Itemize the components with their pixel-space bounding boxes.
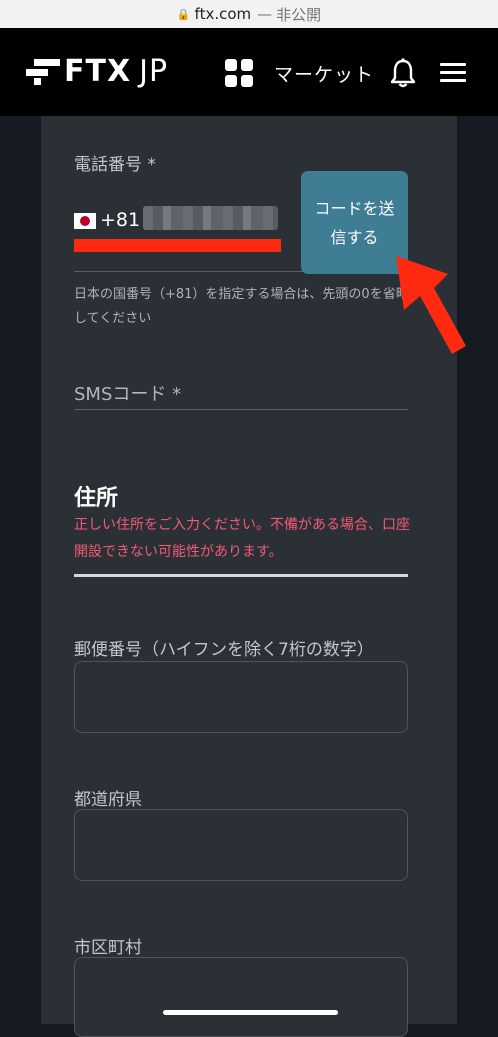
address-warning-text: 正しい住所をご入力ください。不備がある場合、口座開設できない可能性があります。 bbox=[74, 517, 410, 560]
url-text: ftx.com bbox=[194, 5, 252, 23]
logo-text: FTX JP bbox=[64, 57, 168, 87]
city-label: 市区町村 bbox=[74, 938, 142, 958]
browser-url-bar[interactable]: 🔒 ftx.com — 非公開 bbox=[0, 0, 498, 28]
sms-code-underline bbox=[74, 409, 408, 410]
apps-grid-icon[interactable] bbox=[225, 59, 253, 87]
country-code[interactable]: +81 bbox=[100, 209, 140, 231]
bell-icon[interactable] bbox=[390, 58, 416, 88]
logo-main-text: FTX bbox=[64, 54, 132, 89]
address-section-title: 住所 bbox=[74, 486, 119, 511]
url-separator: — bbox=[257, 5, 273, 23]
ftx-jp-logo[interactable]: FTX JP bbox=[26, 57, 168, 87]
home-indicator[interactable] bbox=[163, 1010, 338, 1015]
prefecture-input[interactable] bbox=[74, 809, 408, 881]
privacy-label: 非公開 bbox=[276, 5, 322, 24]
nav-market-link[interactable]: マーケット bbox=[274, 60, 374, 87]
phone-number-input[interactable] bbox=[143, 206, 278, 230]
postal-code-label: 郵便番号（ハイフンを除く7桁の数字） bbox=[74, 640, 374, 660]
postal-code-input[interactable] bbox=[74, 661, 408, 733]
phone-hint-text: 日本の国番号（+81）を指定する場合は、先頭の0を省略してください bbox=[74, 287, 409, 326]
top-navbar: FTX JP マーケット bbox=[0, 28, 498, 116]
red-arrow-annotation-icon bbox=[396, 256, 466, 354]
japan-flag-icon[interactable] bbox=[74, 213, 96, 229]
city-input[interactable] bbox=[74, 957, 408, 1037]
prefecture-label: 都道府県 bbox=[74, 790, 142, 810]
sms-code-label[interactable]: SMSコード * bbox=[74, 380, 181, 406]
lock-icon: 🔒 bbox=[176, 7, 191, 21]
section-divider bbox=[74, 574, 408, 577]
highlight-underline bbox=[74, 239, 281, 252]
logo-sub-text: JP bbox=[139, 54, 169, 89]
hamburger-menu-icon[interactable] bbox=[440, 63, 466, 83]
phone-label: 電話番号 * bbox=[74, 155, 156, 175]
ftx-logo-icon bbox=[26, 59, 60, 85]
